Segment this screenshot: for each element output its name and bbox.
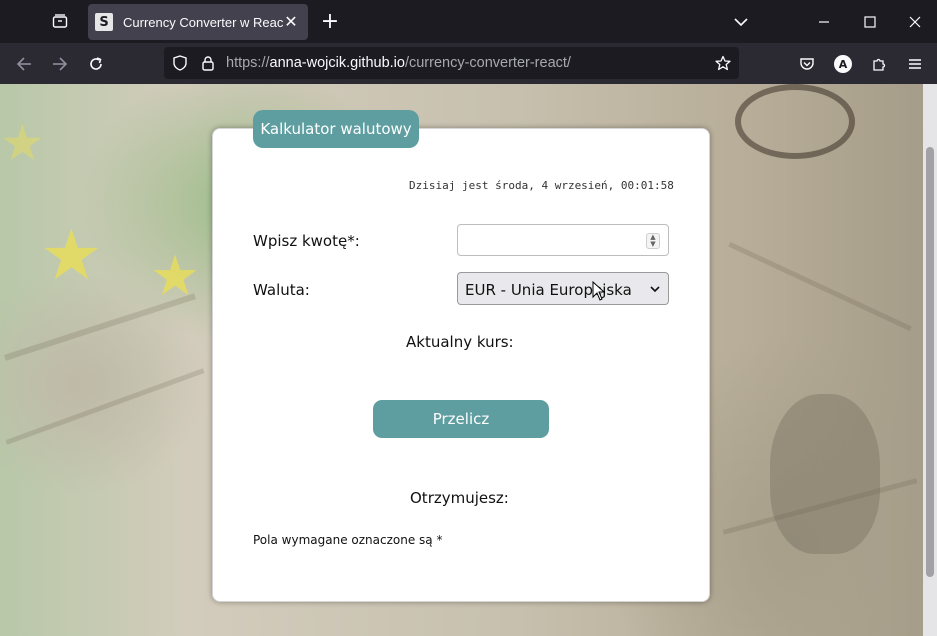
account-icon[interactable]: A [829,50,857,78]
required-fields-note: Pola wymagane oznaczone są * [253,533,443,547]
rate-label: Aktualny kurs: [406,333,514,351]
tab-title: Currency Converter w React.js [123,14,283,30]
site-favicon: S [95,13,113,31]
chevron-down-icon[interactable] [728,9,754,35]
pocket-icon[interactable] [793,50,821,78]
scrollbar-thumb[interactable] [926,147,934,577]
window-close-icon[interactable] [892,0,937,43]
euro-star-decoration: ★ [0,114,45,172]
hamburger-icon[interactable] [901,50,929,78]
background-stripe [728,241,912,332]
maximize-icon[interactable] [847,0,893,43]
background-stripe [5,368,205,445]
mouse-cursor-icon [592,281,606,301]
convert-button[interactable]: Przelicz [373,400,549,438]
close-icon[interactable]: ✕ [282,13,300,31]
puzzle-icon[interactable] [865,50,893,78]
tab-currency-converter[interactable]: S Currency Converter w React.js ✕ [88,4,308,40]
arrow-left-icon[interactable] [10,50,38,78]
currency-label: Waluta: [253,281,310,299]
url-host: anna-wojcik.github.io [269,55,405,71]
current-date: Dzisiaj jest środa, 4 wrzesień, 00:01:58 [409,179,674,192]
seal-decoration [735,84,855,159]
amount-label: Wpisz kwotę*: [253,232,360,250]
address-bar[interactable]: https://anna-wojcik.github.io/currency-c… [164,47,739,79]
currency-selected-value: EUR - Unia Europejska [465,281,632,299]
star-icon[interactable] [715,55,731,71]
euro-star-decoration: ★ [150,244,201,309]
url-path: /currency-converter-react/ [404,55,571,71]
euro-star-decoration: ★ [40,214,103,296]
reload-icon[interactable] [82,50,110,78]
minimize-icon[interactable] [801,0,847,43]
page-viewport: ★ ★ ★ Kalkulator walutowy Dzisiaj jest ś… [0,84,937,636]
lock-icon[interactable] [200,55,216,71]
result-label: Otrzymujesz: [410,489,509,507]
number-spinner[interactable]: ▲ ▼ [646,233,660,249]
portrait-decoration [770,394,880,554]
tab-strip: S Currency Converter w React.js ✕ + [0,0,937,43]
arrow-right-icon[interactable] [46,50,74,78]
shield-icon[interactable] [172,55,188,71]
vertical-scrollbar[interactable] [923,84,937,636]
tab-overview-icon[interactable] [44,6,76,36]
form-legend: Kalkulator walutowy [253,110,419,148]
calculator-form [212,128,710,602]
url-scheme: https:// [226,55,270,71]
navigation-toolbar: https://anna-wojcik.github.io/currency-c… [0,43,937,84]
plus-icon[interactable]: + [316,8,344,36]
currency-select[interactable]: EUR - Unia Europejska [457,272,669,305]
account-avatar: A [834,55,852,73]
chevron-down-icon [650,286,660,293]
url-text[interactable]: https://anna-wojcik.github.io/currency-c… [226,55,571,71]
amount-input[interactable]: ▲ ▼ [457,224,669,256]
